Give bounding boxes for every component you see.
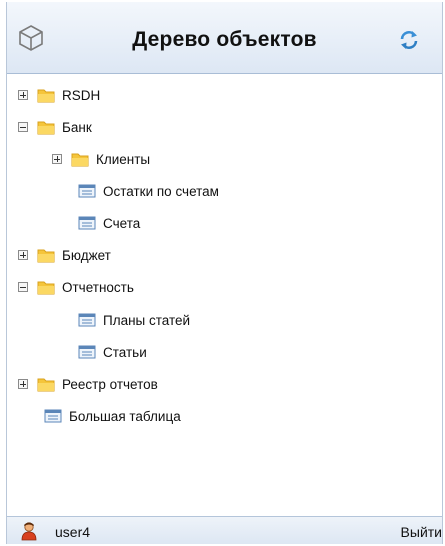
tree-node-label: Бюджет xyxy=(62,247,111,263)
tree-node-big-table[interactable]: Большая таблица xyxy=(43,404,181,428)
status-bar: user4 Выйти xyxy=(7,516,442,544)
tree-node-items[interactable]: Статьи xyxy=(77,340,147,364)
panel-title: Дерево объектов xyxy=(132,28,317,51)
folder-icon xyxy=(37,281,55,295)
tree-node-label: Счета xyxy=(103,215,141,231)
collapse-toggle-icon[interactable] xyxy=(18,282,28,292)
tree-node-label: RSDH xyxy=(62,87,101,103)
expand-toggle-icon[interactable] xyxy=(18,379,28,389)
table-icon xyxy=(78,313,96,327)
tree-node-label: Отчетность xyxy=(62,279,134,295)
refresh-icon[interactable] xyxy=(398,29,420,51)
folder-icon xyxy=(37,378,55,392)
tree-node-budget[interactable]: Бюджет xyxy=(18,243,111,267)
panel-header: Дерево объектов xyxy=(7,2,442,74)
collapse-toggle-icon[interactable] xyxy=(18,122,28,132)
tree-node-account-balances[interactable]: Остатки по счетам xyxy=(77,179,219,203)
tree-node-reporting[interactable]: Отчетность xyxy=(18,275,134,299)
tree-node-label: Планы статей xyxy=(103,312,191,328)
tree-node-label: Статьи xyxy=(103,344,147,360)
tree-node-item-plans[interactable]: Планы статей xyxy=(77,308,190,332)
table-icon xyxy=(78,184,96,198)
folder-icon xyxy=(37,249,55,263)
user-name: user4 xyxy=(55,524,91,540)
logout-link[interactable]: Выйти xyxy=(401,524,442,540)
expand-toggle-icon[interactable] xyxy=(18,90,28,100)
table-icon xyxy=(78,216,96,230)
folder-icon xyxy=(37,89,55,103)
tree-node-label: Большая таблица xyxy=(69,408,181,424)
table-icon xyxy=(44,409,62,423)
expand-toggle-icon[interactable] xyxy=(18,250,28,260)
tree-node-label: Банк xyxy=(62,119,92,135)
tree-node-label: Реестр отчетов xyxy=(62,376,158,392)
tree-node-clients[interactable]: Клиенты xyxy=(52,147,150,171)
folder-icon xyxy=(37,121,55,135)
user-icon xyxy=(21,522,37,541)
tree-node-bank[interactable]: Банк xyxy=(18,115,92,139)
object-tree-panel: Дерево объектов RSDH Банк Клиенты Остатк… xyxy=(6,2,443,544)
tree-node-rsdh[interactable]: RSDH xyxy=(18,83,100,107)
tree-node-accounts[interactable]: Счета xyxy=(77,211,140,235)
tree-node-label: Клиенты xyxy=(96,151,151,167)
folder-icon xyxy=(71,153,89,167)
tree-node-label: Остатки по счетам xyxy=(103,183,219,199)
expand-toggle-icon[interactable] xyxy=(52,154,62,164)
tree-node-report-registry[interactable]: Реестр отчетов xyxy=(18,372,158,396)
table-icon xyxy=(78,345,96,359)
